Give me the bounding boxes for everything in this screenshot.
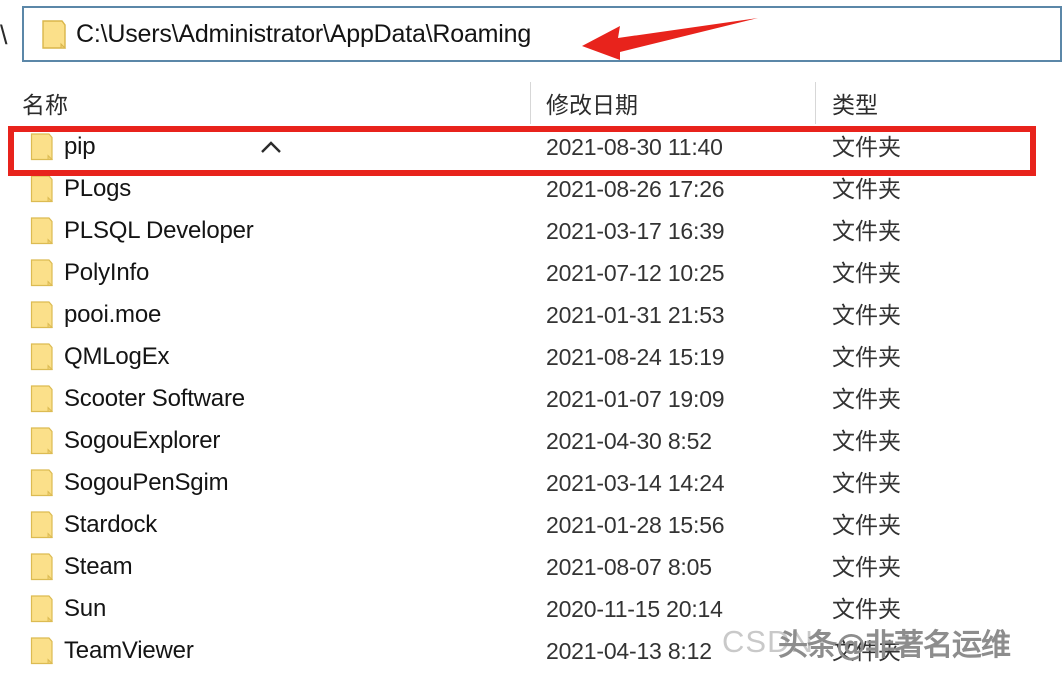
folder-icon [30, 595, 54, 623]
column-divider-type[interactable] [815, 82, 816, 124]
file-name[interactable]: PolyInfo [64, 252, 149, 294]
table-row[interactable]: Steam 2021-08-07 8:05 文件夹 [0, 546, 1064, 588]
table-row[interactable]: PLSQL Developer 2021-03-17 16:39 文件夹 [0, 210, 1064, 252]
file-type: 文件夹 [832, 386, 901, 412]
folder-icon [30, 511, 54, 539]
file-date-modified: 2021-01-28 15:56 [546, 512, 725, 538]
table-row[interactable]: QMLogEx 2021-08-24 15:19 文件夹 [0, 336, 1064, 378]
file-name[interactable]: Scooter Software [64, 378, 245, 420]
file-date-modified: 2020-11-15 20:14 [546, 596, 723, 622]
file-name[interactable]: TeamViewer [64, 630, 194, 672]
file-name[interactable]: PLSQL Developer [64, 210, 254, 252]
table-row[interactable]: pip 2021-08-30 11:40 文件夹 [0, 126, 1064, 168]
table-row[interactable]: SogouExplorer 2021-04-30 8:52 文件夹 [0, 420, 1064, 462]
folder-icon [30, 301, 54, 329]
file-type: 文件夹 [832, 176, 901, 202]
back-navigation-chevron-icon[interactable]: \ [0, 18, 20, 52]
file-date-modified: 2021-03-17 16:39 [546, 218, 725, 244]
file-type: 文件夹 [832, 218, 901, 244]
file-type: 文件夹 [832, 638, 901, 664]
file-type: 文件夹 [832, 344, 901, 370]
folder-icon [30, 637, 54, 665]
file-date-modified: 2021-07-12 10:25 [546, 260, 725, 286]
file-date-modified: 2021-04-13 8:12 [546, 638, 712, 664]
file-type: 文件夹 [832, 470, 901, 496]
file-name[interactable]: SogouPenSgim [64, 462, 229, 504]
folder-icon [30, 217, 54, 245]
table-row[interactable]: pooi.moe 2021-01-31 21:53 文件夹 [0, 294, 1064, 336]
table-row[interactable]: PLogs 2021-08-26 17:26 文件夹 [0, 168, 1064, 210]
file-type: 文件夹 [832, 260, 901, 286]
folder-icon [30, 133, 54, 161]
file-type: 文件夹 [832, 554, 901, 580]
table-row[interactable]: Stardock 2021-01-28 15:56 文件夹 [0, 504, 1064, 546]
file-name[interactable]: pooi.moe [64, 294, 161, 336]
table-row[interactable]: Sun 2020-11-15 20:14 文件夹 [0, 588, 1064, 630]
file-list: pip 2021-08-30 11:40 文件夹 PLogs 2021-08-26 17… [0, 126, 1064, 680]
folder-icon [30, 469, 54, 497]
folder-icon [30, 343, 54, 371]
file-type: 文件夹 [832, 512, 901, 538]
folder-icon [30, 259, 54, 287]
table-row[interactable]: SogouPenSgim 2021-03-14 14:24 文件夹 [0, 462, 1064, 504]
folder-icon [30, 385, 54, 413]
file-name[interactable]: QMLogEx [64, 336, 170, 378]
file-type: 文件夹 [832, 428, 901, 454]
file-name[interactable]: Sun [64, 588, 106, 630]
file-name[interactable]: SogouExplorer [64, 420, 220, 462]
file-date-modified: 2021-01-31 21:53 [546, 302, 725, 328]
column-header-type[interactable]: 类型 [832, 86, 878, 120]
folder-icon [30, 175, 54, 203]
file-date-modified: 2021-08-30 11:40 [546, 134, 723, 160]
file-type: 文件夹 [832, 596, 901, 622]
file-date-modified: 2021-01-07 19:09 [546, 386, 725, 412]
folder-icon [30, 553, 54, 581]
column-divider-date[interactable] [530, 82, 531, 124]
file-name[interactable]: PLogs [64, 168, 131, 210]
file-type: 文件夹 [832, 134, 901, 160]
address-bar[interactable]: C:\Users\Administrator\AppData\Roaming [22, 6, 1062, 62]
column-header-date-modified[interactable]: 修改日期 [546, 86, 638, 120]
file-type: 文件夹 [832, 302, 901, 328]
folder-icon [30, 427, 54, 455]
file-date-modified: 2021-04-30 8:52 [546, 428, 712, 454]
table-row[interactable]: PolyInfo 2021-07-12 10:25 文件夹 [0, 252, 1064, 294]
file-name[interactable]: Steam [64, 546, 133, 588]
file-date-modified: 2021-08-26 17:26 [546, 176, 725, 202]
table-row[interactable]: TeamViewer 2021-04-13 8:12 文件夹 [0, 630, 1064, 672]
file-date-modified: 2021-03-14 14:24 [546, 470, 725, 496]
folder-icon [41, 20, 67, 50]
address-bar-path-text[interactable]: C:\Users\Administrator\AppData\Roaming [76, 8, 531, 60]
column-header-row: 名称 修改日期 类型 [0, 70, 1064, 153]
file-name[interactable]: pip [64, 126, 96, 168]
column-header-name[interactable]: 名称 [22, 86, 68, 120]
table-row[interactable]: Scooter Software 2021-01-07 19:09 文件夹 [0, 378, 1064, 420]
file-date-modified: 2021-08-07 8:05 [546, 554, 712, 580]
file-date-modified: 2021-08-24 15:19 [546, 344, 725, 370]
file-name[interactable]: Stardock [64, 504, 157, 546]
address-bar-row: \ C:\Users\Administrator\AppData\Roaming [0, 0, 1064, 70]
